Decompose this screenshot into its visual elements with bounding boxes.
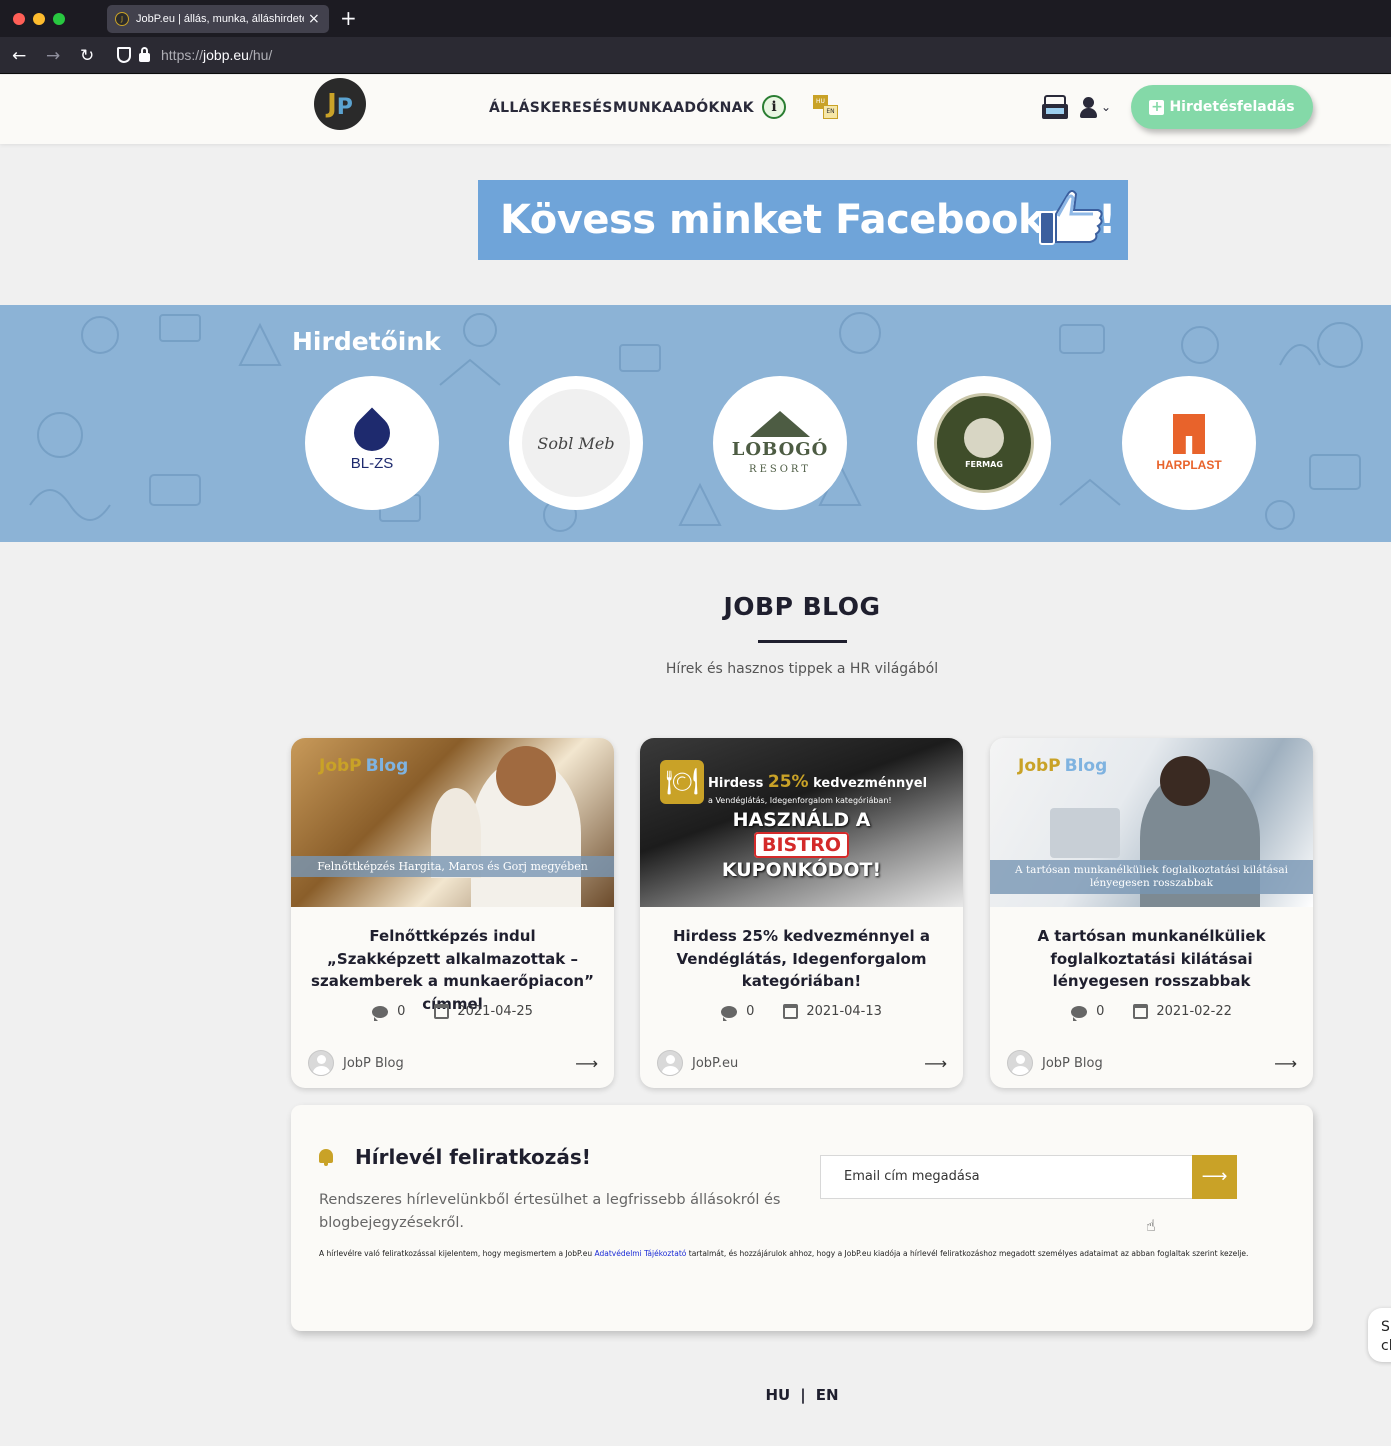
forward-arrow-icon[interactable]: → — [46, 46, 60, 66]
window-minimize-button[interactable] — [33, 13, 45, 25]
shield-icon[interactable] — [117, 47, 131, 63]
comment-count: 0 — [1096, 1004, 1105, 1019]
favicon-icon: J — [115, 12, 129, 26]
newsletter-box: Hírlevél feliratkozás! Rendszeres hírlev… — [291, 1105, 1313, 1331]
basket-icon[interactable] — [1042, 95, 1068, 121]
arrow-right-icon[interactable]: ⟶ — [924, 1054, 947, 1073]
browser-tabbar: J JobP.eu | állás, munka, álláshirdetés … — [0, 0, 1391, 37]
tab-title: JobP.eu | állás, munka, álláshirdetés — [136, 13, 304, 25]
author-name: JobP.eu — [692, 1055, 739, 1071]
facebook-banner[interactable]: Kövess minket Facebookon! — [478, 180, 1128, 260]
arrow-right-icon[interactable]: ⟶ — [575, 1054, 598, 1073]
arrow-right-icon[interactable]: ⟶ — [1274, 1054, 1297, 1073]
blog-card-footer: JobP Blog ⟶ — [1007, 1050, 1297, 1076]
language-switch: HU | EN — [0, 1386, 1391, 1404]
blog-card-image[interactable]: JobP Blog Felnőttképzés Hargita, Maros és… — [291, 738, 614, 907]
user-menu-icon[interactable]: ⌄ — [1080, 97, 1112, 121]
comment-count: 0 — [397, 1004, 406, 1019]
post-date: 2021-04-13 — [806, 1004, 882, 1019]
post-ad-button[interactable]: + Hirdetésfeladás — [1131, 85, 1313, 129]
advertiser-logo-fermag[interactable]: FERMAG — [917, 376, 1051, 510]
calendar-icon — [434, 1004, 450, 1019]
advertiser-logo-soblmeb[interactable]: Sobl Meb — [509, 376, 643, 510]
lock-icon[interactable] — [139, 47, 150, 62]
browser-tab[interactable]: J JobP.eu | állás, munka, álláshirdetés … — [107, 5, 329, 33]
blog-subtitle: Hírek és hasznos tippek a HR világából — [665, 661, 939, 677]
chevron-down-icon: ⌄ — [1101, 100, 1112, 114]
bell-icon — [319, 1149, 333, 1166]
facebook-banner-text: Kövess minket Facebookon! — [500, 197, 1116, 243]
advertisers-title: Hirdetőink — [292, 327, 441, 356]
side-widget[interactable]: Scl — [1368, 1308, 1391, 1362]
advertiser-logo-harplast[interactable]: HARPLAST — [1122, 376, 1256, 510]
blog-title: JOBP BLOG — [723, 592, 881, 621]
newsletter-submit-button[interactable]: ⟶ — [1192, 1155, 1237, 1199]
url-field[interactable]: https://jobp.eu/hu/ — [161, 47, 272, 63]
window-close-button[interactable] — [13, 13, 25, 25]
window-maximize-button[interactable] — [53, 13, 65, 25]
blog-card-meta: 0 2021-02-22 — [990, 1004, 1313, 1021]
restaurant-icon: 🍽 — [660, 760, 704, 804]
blog-card-meta: 0 2021-04-25 — [291, 1004, 614, 1021]
hand-cursor-icon: ☝ — [1146, 1216, 1156, 1235]
calendar-icon — [1133, 1004, 1149, 1019]
plus-icon: + — [1149, 98, 1165, 115]
avatar — [1007, 1050, 1033, 1076]
site-header: JP ÁLLÁSKERESÉS MUNKAADÓKNAK i HU EN ⌄ +… — [0, 75, 1391, 144]
blog-card-footer: JobP Blog ⟶ — [308, 1050, 598, 1076]
site-logo[interactable]: JP — [314, 78, 366, 130]
lang-hu-link[interactable]: HU — [765, 1386, 790, 1404]
advertiser-logo-blzs[interactable]: BL-ZS — [305, 376, 439, 510]
blog-card-image[interactable]: 🍽 Hirdess 25% kedvezménnyel a Vendéglátás… — [640, 738, 963, 907]
author-name: JobP Blog — [343, 1055, 404, 1071]
email-field[interactable]: Email cím megadása — [820, 1155, 1193, 1199]
blog-card-title[interactable]: A tartósan munkanélküliek foglalkoztatás… — [1010, 925, 1293, 993]
blog-card[interactable]: JobP Blog A tartósan munkanélküliek fogla… — [990, 738, 1313, 1088]
avatar — [657, 1050, 683, 1076]
comment-count: 0 — [746, 1004, 755, 1019]
advertisers-section: Hirdetőink BL-ZS Sobl Meb LOBOGÓ RESORT … — [0, 305, 1391, 542]
reload-icon[interactable]: ↻ — [80, 46, 94, 66]
tab-close-icon[interactable]: × — [308, 11, 320, 27]
newsletter-legal-text: A hírlevélre való feliratkozással kijele… — [319, 1249, 1249, 1258]
privacy-policy-link[interactable]: Adatvédelmi Tájékoztató — [594, 1249, 686, 1258]
lang-separator: | — [800, 1386, 806, 1404]
nav-job-search[interactable]: ÁLLÁSKERESÉS — [489, 100, 613, 116]
new-tab-button[interactable]: + — [340, 6, 357, 30]
blog-card-meta: 0 2021-04-13 — [640, 1004, 963, 1021]
advertiser-logo-lobogo[interactable]: LOBOGÓ RESORT — [713, 376, 847, 510]
avatar — [308, 1050, 334, 1076]
newsletter-title: Hírlevél feliratkozás! — [355, 1145, 591, 1169]
blog-card-footer: JobP.eu ⟶ — [657, 1050, 947, 1076]
post-date: 2021-04-25 — [457, 1004, 533, 1019]
blog-card-title[interactable]: Hirdess 25% kedvezménnyel a Vendéglátás,… — [660, 925, 943, 993]
blog-card-title[interactable]: Felnőttképzés indul „Szakképzett alkalma… — [311, 925, 594, 1015]
nav-employers[interactable]: MUNKAADÓKNAK — [613, 100, 754, 116]
blog-card-image[interactable]: JobP Blog A tartósan munkanélküliek fogla… — [990, 738, 1313, 907]
browser-urlbar: ← → ↻ https://jobp.eu/hu/ — [0, 37, 1391, 74]
newsletter-description: Rendszeres hírlevelünkből értesülhet a l… — [319, 1192, 781, 1231]
blog-card[interactable]: JobP Blog Felnőttképzés Hargita, Maros és… — [291, 738, 614, 1088]
thumbs-up-icon — [1039, 190, 1103, 245]
calendar-icon — [783, 1004, 799, 1019]
post-date: 2021-02-22 — [1156, 1004, 1232, 1019]
back-arrow-icon[interactable]: ← — [12, 46, 26, 66]
blog-title-rule — [758, 640, 847, 643]
info-icon[interactable]: i — [762, 95, 786, 119]
lang-en-link[interactable]: EN — [816, 1386, 839, 1404]
comment-icon — [372, 1005, 389, 1021]
author-name: JobP Blog — [1042, 1055, 1103, 1071]
comment-icon — [721, 1005, 738, 1021]
language-icon[interactable]: HU EN — [813, 95, 839, 121]
comment-icon — [1071, 1005, 1088, 1021]
blog-card[interactable]: 🍽 Hirdess 25% kedvezménnyel a Vendéglátás… — [640, 738, 963, 1088]
